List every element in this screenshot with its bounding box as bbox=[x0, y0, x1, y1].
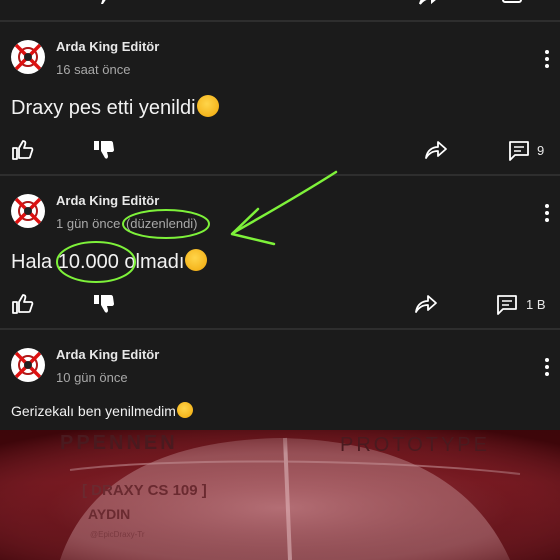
attached-photo[interactable]: PPENNEN PROTOTYPE [ DRAXY CS 109 ] AYDIN… bbox=[0, 430, 560, 560]
previous-comment-remnant bbox=[0, 0, 560, 20]
more-options-icon[interactable] bbox=[544, 204, 550, 225]
author-name[interactable]: Arda King Editör bbox=[56, 193, 159, 208]
dislike-icon[interactable] bbox=[94, 294, 116, 314]
like-icon[interactable] bbox=[12, 294, 34, 314]
photo-label-right: PROTOTYPE bbox=[340, 434, 490, 456]
comment-text: Draxy pes etti yenildi bbox=[11, 95, 219, 120]
avatar[interactable] bbox=[11, 40, 45, 74]
timestamp: 1 gün önce (düzenlendi) bbox=[56, 216, 198, 231]
reply-count: 1 B bbox=[526, 297, 546, 312]
dislike-icon[interactable] bbox=[94, 140, 116, 160]
more-options-icon[interactable] bbox=[544, 358, 550, 379]
photo-tag-line2: AYDIN bbox=[88, 506, 131, 522]
comment-text: Gerizekalı ben yenilmedim bbox=[11, 402, 193, 419]
rolling-laughing-emoji-icon bbox=[196, 95, 219, 117]
avatar[interactable] bbox=[11, 194, 45, 228]
comment-card-1: Arda King Editör 16 saat önce Draxy pes … bbox=[0, 22, 560, 174]
reply-icon[interactable] bbox=[496, 294, 518, 316]
more-options-icon[interactable] bbox=[544, 50, 550, 71]
author-name[interactable]: Arda King Editör bbox=[56, 347, 159, 362]
grinning-squinting-emoji-icon bbox=[176, 402, 193, 418]
reply-icon[interactable] bbox=[502, 0, 524, 6]
avatar-icon bbox=[13, 350, 43, 380]
photo-tag-line1: [ DRAXY CS 109 ] bbox=[82, 482, 207, 499]
edited-label: (düzenlendi) bbox=[125, 216, 198, 231]
like-icon[interactable] bbox=[12, 140, 34, 160]
author-name[interactable]: Arda King Editör bbox=[56, 39, 159, 54]
avatar[interactable] bbox=[11, 348, 45, 382]
avatar-icon bbox=[13, 42, 43, 72]
photo-tag-line3: @EpicDraxy-Tr bbox=[90, 530, 145, 539]
timestamp: 16 saat önce bbox=[56, 62, 131, 77]
comment-text: Hala 10.000 olmadı bbox=[11, 249, 208, 274]
photo-label-left: PPENNEN bbox=[60, 432, 178, 454]
rolling-laughing-emoji-icon bbox=[185, 249, 208, 271]
share-icon[interactable] bbox=[414, 294, 438, 314]
share-icon[interactable] bbox=[418, 0, 440, 6]
reply-icon[interactable] bbox=[508, 140, 530, 162]
highlighted-number: 10.000 bbox=[57, 251, 119, 273]
comment-card-2: Arda King Editör 1 gün önce (düzenlendi)… bbox=[0, 176, 560, 328]
dislike-icon[interactable] bbox=[94, 0, 114, 6]
share-icon[interactable] bbox=[424, 140, 448, 160]
avatar-icon bbox=[13, 196, 43, 226]
reply-count: 9 bbox=[537, 143, 545, 158]
comment-card-3: Arda King Editör 10 gün önce Gerizekalı … bbox=[0, 330, 560, 430]
timestamp: 10 gün önce bbox=[56, 370, 128, 385]
